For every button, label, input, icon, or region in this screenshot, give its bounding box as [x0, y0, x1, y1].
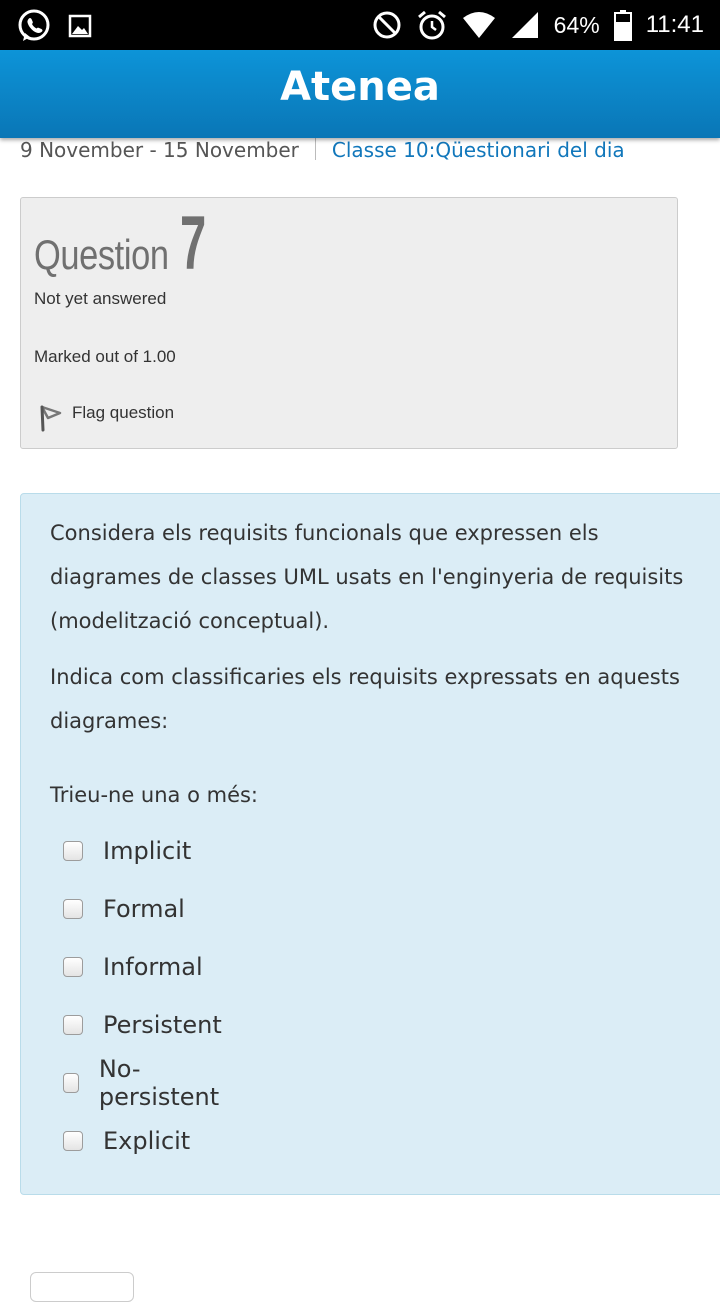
checkbox[interactable] [63, 1073, 79, 1093]
option-label: Persistent [103, 1011, 222, 1039]
checkbox[interactable] [63, 899, 83, 919]
question-state: Not yet answered [34, 289, 167, 308]
signal-icon [510, 11, 540, 39]
question-text-1: Considera els requisits funcionals que e… [50, 521, 684, 633]
breadcrumb-divider [314, 138, 316, 160]
question-label: Question [34, 231, 169, 278]
app-title: Atenea [280, 64, 440, 110]
clock: 11:41 [645, 11, 704, 38]
checkbox[interactable] [63, 957, 83, 977]
breadcrumb-quiz-link[interactable]: Classe 10:Qüestionari del dia [332, 138, 625, 162]
option-persistent[interactable]: Persistent [63, 1005, 222, 1045]
answer-prompt: Trieu-ne una o més: [50, 783, 259, 807]
checkbox[interactable] [63, 1015, 83, 1035]
flag-question-label: Flag question [72, 403, 175, 422]
breadcrumb-week[interactable]: 9 November - 15 November [20, 138, 299, 162]
wifi-icon [462, 11, 496, 39]
question-text-2: Indica com classificaries els requisits … [50, 665, 680, 733]
alarm-icon [416, 9, 448, 41]
option-label: Implicit [103, 837, 192, 865]
battery-icon [613, 9, 632, 41]
flag-icon [34, 403, 64, 433]
option-label: Informal [103, 953, 203, 981]
option-explicit[interactable]: Explicit [63, 1121, 190, 1161]
question-info-box: Question 7 Not yet answered Marked out of… [20, 197, 678, 449]
checkbox[interactable] [63, 841, 83, 861]
option-label: Formal [103, 895, 185, 923]
breadcrumb: 9 November - 15 November Classe 10:Qüesti… [20, 138, 720, 166]
option-informal[interactable]: Informal [63, 947, 203, 987]
question-heading: Question 7 [34, 200, 222, 287]
flag-question-button[interactable]: Flag question [34, 403, 174, 433]
do-not-disturb-icon [372, 10, 402, 40]
option-implicit[interactable]: Implicit [63, 831, 191, 871]
question-number: 7 [180, 201, 207, 286]
checkbox[interactable] [63, 1131, 83, 1151]
question-formulation: Considera els requisits funcionals que e… [20, 493, 720, 1195]
battery-percent: 64% [553, 11, 600, 38]
option-label: No-persistent [98, 1055, 220, 1111]
next-page-button[interactable] [30, 1272, 134, 1302]
image-icon [68, 14, 92, 38]
option-label: Explicit [103, 1127, 191, 1155]
question-grade: Marked out of 1.00 [34, 347, 176, 366]
option-no-persistent[interactable]: No-persistent [63, 1055, 223, 1111]
whatsapp-icon [16, 8, 52, 44]
app-bar: Atenea [0, 50, 720, 138]
option-formal[interactable]: Formal [63, 889, 185, 929]
status-bar: 64% 11:41 [0, 0, 720, 50]
